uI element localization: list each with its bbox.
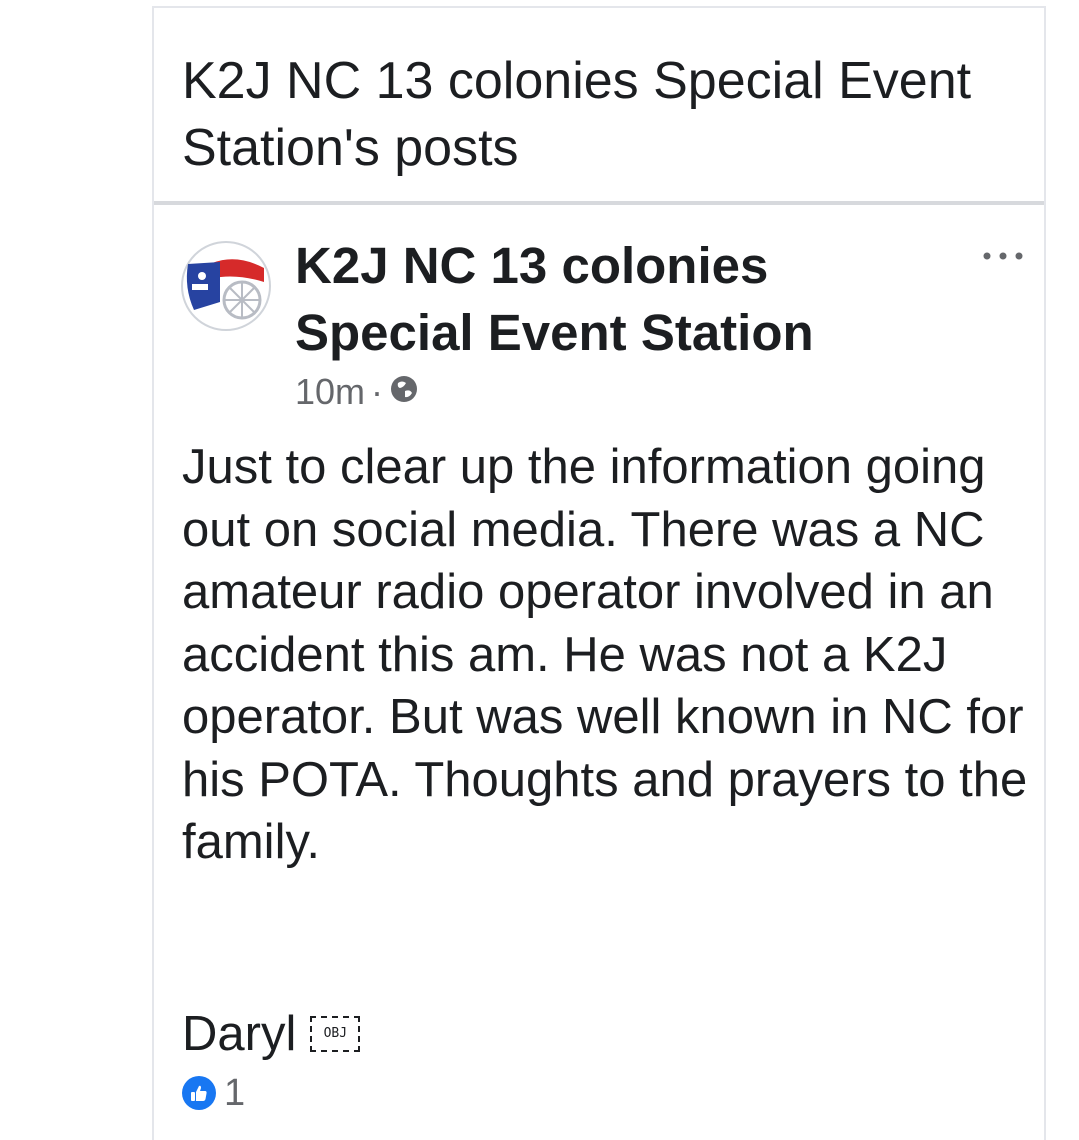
author-name[interactable]: K2J NC 13 colonies Special Event Station: [295, 232, 895, 366]
avatar[interactable]: [180, 240, 272, 332]
header-divider: [154, 201, 1044, 205]
post-time[interactable]: 10m: [295, 371, 365, 413]
object-placeholder-icon: OBJ: [310, 1016, 361, 1052]
like-icon: [182, 1076, 216, 1110]
post-body: Just to clear up the information going o…: [182, 440, 1028, 869]
page-title: K2J NC 13 colonies Special Event Station…: [182, 52, 972, 177]
post-signature: Daryl OBJ: [182, 1003, 361, 1065]
post-card: K2J NC 13 colonies Special Event Station…: [152, 6, 1046, 1140]
signature-name: Daryl: [182, 1007, 297, 1061]
nc-flag-logo-icon: [181, 241, 271, 331]
globe-icon[interactable]: [389, 371, 419, 413]
post-meta: 10m ·: [295, 368, 419, 416]
more-options-icon[interactable]: [978, 236, 1028, 276]
reaction-count: 1: [224, 1071, 246, 1114]
reaction-summary[interactable]: 1: [182, 1070, 245, 1116]
meta-separator: ·: [371, 371, 384, 412]
